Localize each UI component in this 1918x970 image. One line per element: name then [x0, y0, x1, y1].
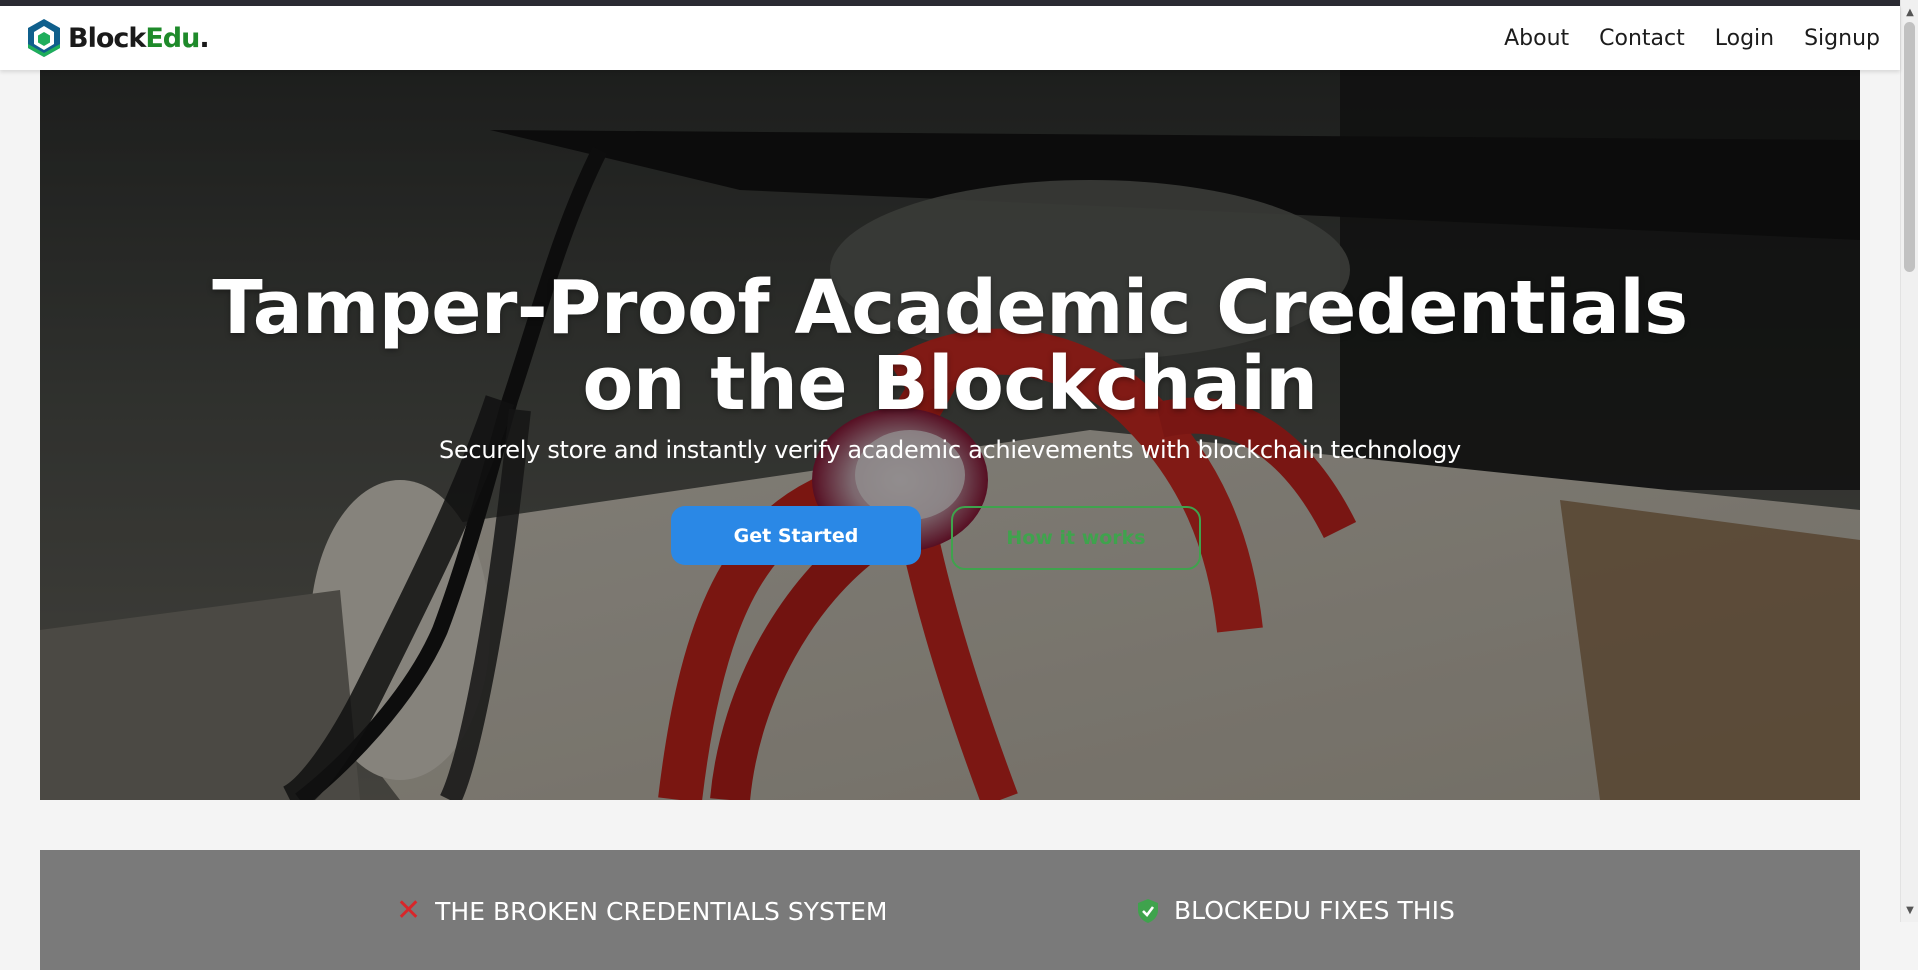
scroll-down-arrow-icon[interactable]: ▼	[1901, 902, 1918, 920]
nav-link-login[interactable]: Login	[1715, 26, 1774, 51]
blockedu-fixes-heading: BLOCKEDU FIXES THIS	[1136, 896, 1455, 925]
brand-home-link[interactable]: BlockEdu.	[26, 18, 210, 58]
hero-subtitle: Securely store and instantly verify acad…	[439, 436, 1461, 464]
nav-link-about[interactable]: About	[1504, 26, 1569, 51]
blockedu-fixes-title: BLOCKEDU FIXES THIS	[1174, 896, 1455, 925]
page-scrollbar[interactable]: ▲ ▼	[1900, 0, 1918, 922]
get-started-button[interactable]: Get Started	[671, 506, 921, 565]
hero-title: Tamper-Proof Academic Credentials on the…	[212, 265, 1688, 427]
top-navbar: BlockEdu. About Contact Login Signup	[0, 6, 1900, 70]
brand-name-edu: Edu	[145, 22, 200, 54]
broken-system-title: THE BROKEN CREDENTIALS SYSTEM	[435, 896, 888, 926]
scroll-up-arrow-icon[interactable]: ▲	[1901, 4, 1918, 22]
how-it-works-button[interactable]: How it works	[951, 506, 1201, 570]
nav-link-signup[interactable]: Signup	[1804, 26, 1880, 51]
brand-name-block: Block	[68, 22, 146, 54]
nav-link-contact[interactable]: Contact	[1599, 26, 1685, 51]
brand-name: BlockEdu.	[68, 22, 210, 54]
scrollbar-thumb[interactable]	[1904, 22, 1915, 272]
hero-actions: Get Started How it works	[40, 506, 1860, 570]
brand-name-dot: .	[199, 22, 209, 54]
hexagon-cube-icon	[28, 19, 60, 57]
shield-check-icon	[1138, 898, 1158, 923]
hero-section: Tamper-Proof Academic Credentials on the…	[40, 70, 1860, 800]
hero-content: Tamper-Proof Academic Credentials on the…	[40, 270, 1860, 570]
problem-solution-section: ✕ THE BROKEN CREDENTIALS SYSTEM BLOCKEDU…	[40, 850, 1860, 970]
nav-links: About Contact Login Signup	[1504, 26, 1880, 51]
